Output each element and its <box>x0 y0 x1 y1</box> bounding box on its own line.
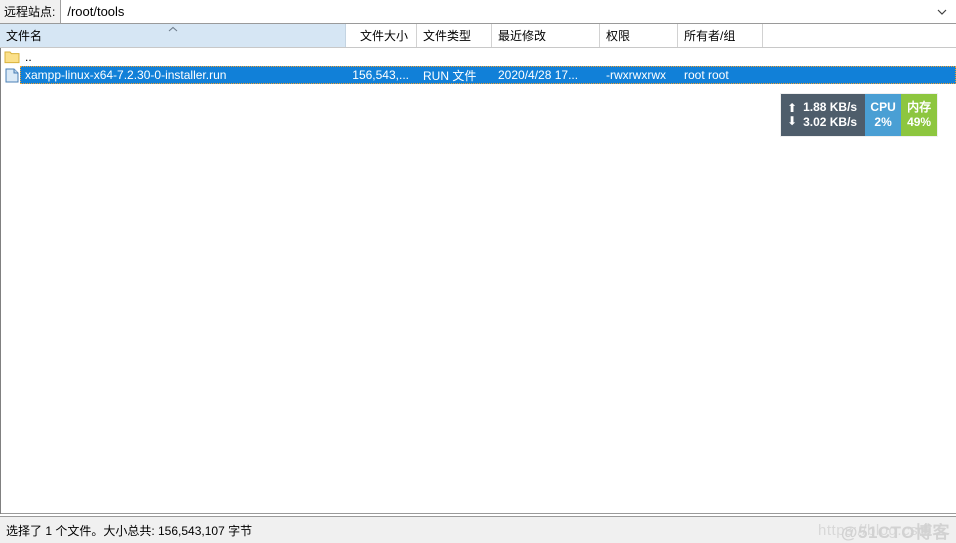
remote-site-path-bar: 远程站点: /root/tools <box>0 0 956 24</box>
column-header-name-label: 文件名 <box>6 29 43 43</box>
arrow-down-icon: ⬇ <box>787 114 798 128</box>
file-size-cell: 156,543,... <box>352 68 409 82</box>
file-size-cell <box>346 48 417 66</box>
column-header-size[interactable]: 文件大小 <box>346 24 417 47</box>
file-modified-cell: 2020/4/28 17... <box>498 68 579 82</box>
column-header-modified-label: 最近修改 <box>498 29 547 43</box>
folder-icon <box>4 49 20 65</box>
network-speed-panel: ⬆ ⬇ 1.88 KB/s 3.02 KB/s <box>781 94 866 136</box>
cpu-usage-panel: CPU 2% <box>865 94 902 136</box>
file-type-cell <box>417 48 492 66</box>
column-header-permissions-label: 权限 <box>606 29 631 43</box>
column-header-owner-group-label: 所有者/组 <box>684 29 736 43</box>
file-list-column-headers: 文件名 文件大小 文件类型 最近修改 权限 所有者/组 <box>0 24 956 48</box>
cpu-value: 2% <box>874 115 892 129</box>
file-name-text: xampp-linux-x64-7.2.30-0-installer.run <box>23 67 229 83</box>
remote-path-value: /root/tools <box>67 4 125 19</box>
file-name-cell: xampp-linux-x64-7.2.30-0-installer.run <box>0 66 346 84</box>
cpu-label: CPU <box>870 100 896 114</box>
column-header-size-label: 文件大小 <box>359 29 408 43</box>
file-type-cell: RUN 文件 <box>423 68 477 83</box>
network-arrows: ⬆ ⬇ <box>787 102 797 128</box>
file-owner-cell <box>678 48 763 66</box>
file-modified-cell <box>492 48 600 66</box>
file-permissions-cell <box>600 48 678 66</box>
chevron-down-icon[interactable] <box>936 6 948 18</box>
download-speed-value: 3.02 KB/s <box>803 115 858 129</box>
panel-left-edge <box>0 48 1 514</box>
column-header-type[interactable]: 文件类型 <box>417 24 492 47</box>
file-permissions-cell: -rwxrwxrwx <box>606 68 666 82</box>
memory-value: 49% <box>907 115 932 129</box>
column-header-modified[interactable]: 最近修改 <box>492 24 600 47</box>
remote-site-label: 远程站点: <box>0 0 62 23</box>
upload-speed-value: 1.88 KB/s <box>803 100 858 114</box>
column-header-filler <box>763 24 956 47</box>
memory-label: 内存 <box>907 100 932 114</box>
list-item[interactable]: xampp-linux-x64-7.2.30-0-installer.run 1… <box>0 66 956 84</box>
file-icon <box>4 67 20 83</box>
file-name-cell: .. <box>0 48 346 66</box>
file-name-text: .. <box>25 50 32 64</box>
column-header-permissions[interactable]: 权限 <box>600 24 678 47</box>
sort-ascending-icon <box>167 26 178 33</box>
column-header-owner-group[interactable]: 所有者/组 <box>678 24 763 47</box>
column-header-type-label: 文件类型 <box>423 29 472 43</box>
file-owner-cell: root root <box>684 68 729 82</box>
memory-usage-panel: 内存 49% <box>901 94 938 136</box>
network-speed-values: 1.88 KB/s 3.02 KB/s <box>803 100 857 130</box>
list-item[interactable]: .. <box>0 48 956 66</box>
status-bar: 选择了 1 个文件。大小总共: 156,543,107 字节 <box>0 516 956 543</box>
system-monitor-widget[interactable]: ⬆ ⬇ 1.88 KB/s 3.02 KB/s CPU 2% 内存 49% <box>781 94 938 136</box>
column-header-name[interactable]: 文件名 <box>0 24 346 47</box>
status-bar-text: 选择了 1 个文件。大小总共: 156,543,107 字节 <box>6 523 253 538</box>
remote-path-combobox[interactable]: /root/tools <box>61 0 956 23</box>
